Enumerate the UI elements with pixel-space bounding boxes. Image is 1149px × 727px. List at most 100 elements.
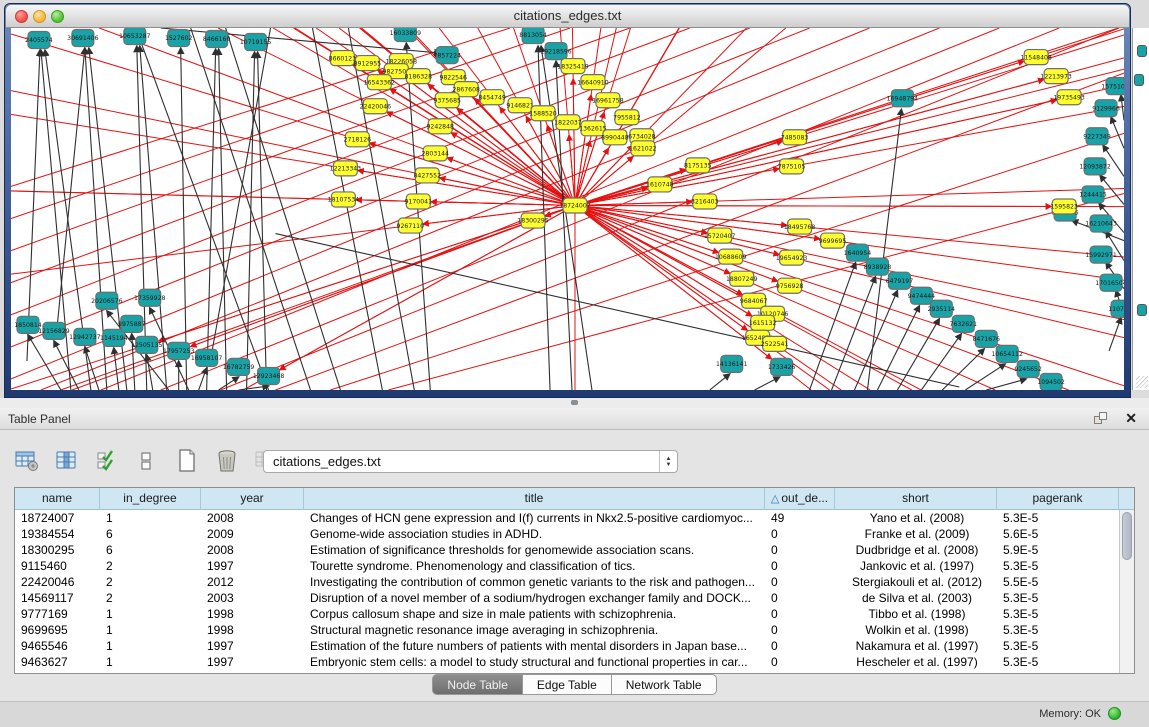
- network-node[interactable]: 1610748: [646, 177, 674, 192]
- table-row[interactable]: 2242004622012Investigating the contribut…: [15, 574, 1119, 590]
- network-node[interactable]: 11548408: [1020, 50, 1051, 65]
- network-node[interactable]: 9699695: [819, 233, 847, 248]
- network-node[interactable]: 10653287: [119, 28, 150, 45]
- network-node[interactable]: 8466160: [203, 31, 231, 48]
- network-node[interactable]: 16210643: [1085, 215, 1116, 232]
- network-node[interactable]: 8660123: [329, 51, 357, 66]
- dropdown-stepper-icon[interactable]: ▲ ▼: [659, 451, 677, 472]
- table-row[interactable]: 977716911998Corpus callosum shape and si…: [15, 606, 1119, 622]
- network-node[interactable]: 12093872: [1079, 158, 1110, 175]
- network-node[interactable]: 2935114: [928, 300, 956, 317]
- table-row[interactable]: 1872400712008Changes of HCN gene express…: [15, 510, 1119, 526]
- network-node[interactable]: 8427552: [414, 168, 442, 183]
- delete-table-icon[interactable]: [212, 446, 242, 476]
- network-node[interactable]: 8938928: [864, 258, 892, 275]
- network-node[interactable]: 8175135: [684, 158, 712, 173]
- network-node[interactable]: 20206576: [91, 292, 122, 309]
- network-node[interactable]: 17359928: [134, 289, 165, 306]
- network-node[interactable]: 1588520: [529, 106, 557, 121]
- network-node[interactable]: 9227349: [1083, 128, 1111, 145]
- divider-handle-icon[interactable]: [571, 400, 578, 405]
- network-node[interactable]: 16948794: [887, 90, 918, 107]
- network-node[interactable]: 7485083: [781, 130, 809, 145]
- network-node[interactable]: 2718126: [344, 132, 372, 147]
- network-node[interactable]: 9245652: [1014, 360, 1042, 377]
- network-node[interactable]: 16640910: [577, 75, 608, 90]
- network-node[interactable]: 9975887: [118, 315, 146, 332]
- network-node[interactable]: 16033809: [390, 28, 421, 42]
- memory-status-icon[interactable]: [1108, 707, 1121, 720]
- tab-network-table[interactable]: Network Table: [612, 674, 717, 695]
- network-node[interactable]: 18495768: [784, 219, 815, 234]
- network-node[interactable]: 1094502: [1037, 373, 1065, 390]
- network-node[interactable]: 1527602: [165, 30, 193, 47]
- resize-grip[interactable]: [1136, 376, 1148, 388]
- network-node[interactable]: 8454749: [478, 90, 506, 105]
- column-header-in_degree[interactable]: in_degree: [100, 488, 201, 510]
- network-node[interactable]: 16543362: [364, 75, 395, 90]
- column-header-year[interactable]: year: [201, 488, 304, 510]
- network-node[interactable]: 8813054: [519, 28, 547, 44]
- network-node[interactable]: 9170041: [405, 194, 433, 209]
- network-node[interactable]: 10654112: [991, 345, 1022, 362]
- network-node[interactable]: 12213973: [1040, 69, 1071, 84]
- select-columns-icon[interactable]: [92, 446, 122, 476]
- network-node[interactable]: 7955812: [613, 110, 641, 125]
- network-node[interactable]: 18325419: [557, 59, 588, 74]
- network-node[interactable]: 12213343: [330, 161, 361, 176]
- network-node[interactable]: 17957253: [163, 342, 194, 359]
- table-settings-icon[interactable]: [12, 446, 42, 476]
- network-node[interactable]: 1640954: [844, 244, 872, 261]
- table-selector-dropdown[interactable]: citations_edges.txt ▲ ▼: [263, 450, 678, 473]
- network-canvas[interactable]: 2405574 30691406 10653287 1527602 8466160 107…: [11, 28, 1124, 390]
- float-panel-icon[interactable]: [1094, 412, 1109, 425]
- network-node[interactable]: 3216403: [691, 194, 719, 209]
- network-node[interactable]: 7857224: [433, 47, 461, 64]
- column-header-out_degree[interactable]: △out_de...: [765, 488, 835, 510]
- network-node[interactable]: 8990448: [601, 130, 629, 145]
- network-node[interactable]: 10719155: [240, 34, 271, 51]
- network-node[interactable]: 1244415: [1079, 186, 1107, 203]
- scrollbar-thumb[interactable]: [1122, 512, 1132, 560]
- table-row[interactable]: 946362711997Embryonic stem cells: a mode…: [15, 654, 1119, 670]
- network-node[interactable]: 12156829: [38, 322, 69, 339]
- network-node[interactable]: 6479197: [886, 272, 914, 289]
- show-columns-icon[interactable]: [52, 446, 82, 476]
- network-node[interactable]: 30691406: [67, 30, 98, 47]
- network-node[interactable]: 9267110: [397, 218, 425, 233]
- network-node[interactable]: 9242848: [426, 119, 454, 134]
- network-node[interactable]: 19654923: [776, 250, 807, 265]
- column-header-title[interactable]: title: [304, 488, 765, 510]
- network-node[interactable]: 9129966: [1092, 100, 1120, 117]
- network-node[interactable]: 16782759: [223, 358, 254, 375]
- network-node[interactable]: 18807249: [726, 271, 757, 286]
- vertical-scrollbar[interactable]: [1119, 510, 1134, 673]
- network-node[interactable]: 1595823: [1050, 199, 1078, 214]
- network-node[interactable]: 2405574: [25, 32, 53, 49]
- tab-edge-table[interactable]: Edge Table: [523, 674, 612, 695]
- table-row[interactable]: 1830029562008Estimation of significance …: [15, 542, 1119, 558]
- network-node[interactable]: 2522541: [761, 336, 789, 351]
- network-node[interactable]: 19218596: [540, 43, 571, 60]
- network-node[interactable]: 12923468: [253, 367, 284, 384]
- new-table-icon[interactable]: [172, 446, 202, 476]
- network-node[interactable]: 18300295: [517, 213, 548, 228]
- network-node[interactable]: 19735493: [1053, 90, 1084, 105]
- network-node[interactable]: 14136141: [716, 355, 747, 372]
- network-node[interactable]: 12942737: [69, 328, 100, 345]
- network-node[interactable]: 7875105: [778, 159, 806, 174]
- network-node[interactable]: 16958107: [191, 349, 222, 366]
- network-node[interactable]: 10688609: [715, 249, 746, 264]
- network-node[interactable]: 1621022: [629, 141, 657, 156]
- network-node[interactable]: 2803144: [421, 146, 449, 161]
- table-row[interactable]: 946554611997Estimation of the future num…: [15, 638, 1119, 654]
- close-panel-icon[interactable]: ✕: [1125, 410, 1137, 427]
- network-node[interactable]: 22420046: [360, 99, 391, 114]
- network-node[interactable]: 1822037: [554, 115, 582, 130]
- network-node[interactable]: 1733426: [768, 358, 796, 375]
- network-node[interactable]: 1615132: [749, 315, 777, 330]
- network-node[interactable]: 8912955: [354, 56, 382, 71]
- tab-node-table[interactable]: Node Table: [432, 674, 523, 695]
- table-row[interactable]: 969969511998Structural magnetic resonanc…: [15, 622, 1119, 638]
- network-node[interactable]: 1107533: [1108, 300, 1124, 317]
